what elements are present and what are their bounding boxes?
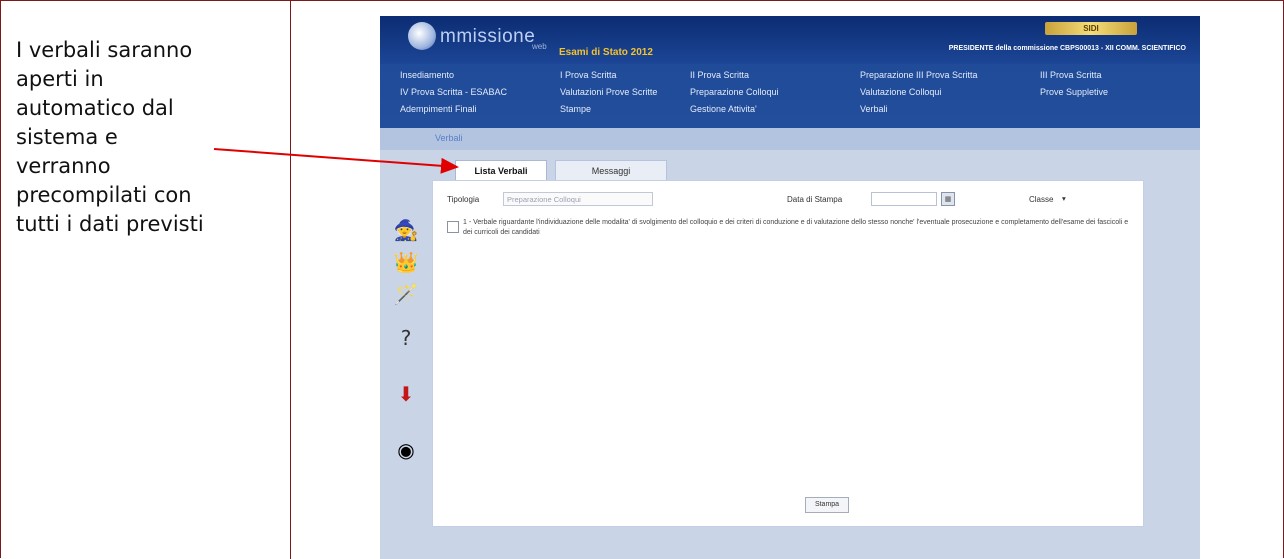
menu-item[interactable]: Stampe (560, 104, 591, 114)
note-line: automatico dal (16, 96, 174, 120)
globe-icon[interactable]: ◉ (392, 436, 420, 464)
app-screenshot: mmissione web Esami di Stato 2012 SIDI P… (380, 16, 1200, 559)
note-line: sistema e (16, 125, 118, 149)
tab-messaggi[interactable]: Messaggi (555, 160, 667, 181)
note-line: aperti in (16, 67, 104, 91)
menu-item[interactable]: Gestione Attivita' (690, 104, 757, 114)
logo-text: mmissione (440, 26, 536, 47)
calendar-icon[interactable]: ▦ (941, 192, 955, 206)
brand-logo: SIDI (1045, 22, 1137, 35)
logo-icon (408, 22, 436, 50)
classe-label: Classe (1029, 195, 1054, 204)
menu-item[interactable]: Verbali (860, 104, 888, 114)
menu-item[interactable]: I Prova Scritta (560, 70, 617, 80)
tipologia-select[interactable]: Preparazione Colloqui (503, 192, 653, 206)
menu-item[interactable]: Valutazione Colloqui (860, 87, 941, 97)
data-stampa-label: Data di Stampa (787, 195, 843, 204)
pdf-icon[interactable]: ⬇ (392, 380, 420, 408)
column-divider (290, 0, 291, 559)
menu-item[interactable]: Preparazione Colloqui (690, 87, 779, 97)
breadcrumb: Verbali (380, 128, 1200, 150)
menu-item[interactable]: IV Prova Scritta - ESABAC (400, 87, 507, 97)
stampa-button[interactable]: Stampa (805, 497, 849, 513)
menu-item[interactable]: II Prova Scritta (690, 70, 749, 80)
menu-item[interactable]: III Prova Scritta (1040, 70, 1102, 80)
menu-item[interactable]: Valutazioni Prove Scritte (560, 87, 657, 97)
note-line: tutti i dati previsti (16, 212, 204, 236)
tab-bar: Lista Verbali Messaggi (380, 150, 1200, 181)
app-header: mmissione web Esami di Stato 2012 SIDI P… (380, 16, 1200, 64)
tipologia-label: Tipologia (447, 195, 480, 204)
breadcrumb-item[interactable]: Verbali (435, 133, 463, 143)
user-role: PRESIDENTE della commissione CBPS00013 -… (948, 45, 1186, 52)
exam-title: Esami di Stato 2012 (559, 47, 653, 58)
verbale-checkbox[interactable] (447, 221, 459, 233)
crown-icon[interactable]: 👑 (392, 248, 420, 276)
note-line: I verbali saranno (16, 38, 193, 62)
menu-item[interactable]: Preparazione III Prova Scritta (860, 70, 978, 80)
instruction-note: I verbali saranno aperti in automatico d… (16, 36, 276, 239)
data-stampa-input[interactable] (871, 192, 937, 206)
menu-item[interactable]: Adempimenti Finali (400, 104, 477, 114)
wand-icon[interactable]: 🪄 (392, 280, 420, 308)
classe-select[interactable]: ▾ (1059, 192, 1099, 206)
verbale-description: 1 - Verbale riguardante l'individuazione… (463, 219, 1129, 236)
menu-item[interactable]: Insediamento (400, 70, 454, 80)
verbali-panel: Tipologia Preparazione Colloqui Data di … (432, 180, 1144, 527)
help-icon[interactable]: ? (392, 324, 420, 352)
logo-subtitle: web (532, 42, 547, 51)
note-line: precompilati con (16, 183, 192, 207)
note-line: verranno (16, 154, 111, 178)
wizard-icon[interactable]: 🧙 (392, 216, 420, 244)
menu-item[interactable]: Prove Suppletive (1040, 87, 1108, 97)
tab-lista-verbali[interactable]: Lista Verbali (455, 160, 547, 181)
